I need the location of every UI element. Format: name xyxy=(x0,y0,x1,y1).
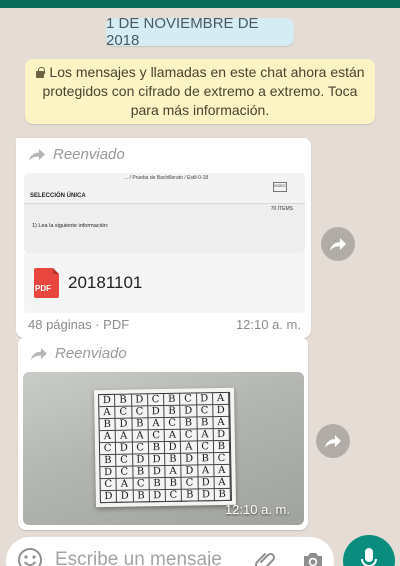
photo-attachment[interactable]: DBDCBCDA ACCDBDCD BDBACBBA AAACACAD CDCB… xyxy=(23,372,304,525)
document-items-count: 70 ÍTEMS xyxy=(270,206,293,212)
encryption-notice[interactable]: Los mensajes y llamadas en este chat aho… xyxy=(25,59,375,124)
encryption-notice-text: Los mensajes y llamadas en este chat aho… xyxy=(42,64,365,118)
message-input[interactable] xyxy=(55,547,245,566)
share-icon xyxy=(330,237,346,251)
emoji-icon xyxy=(18,548,42,566)
forwarded-label: Reenviado xyxy=(28,146,125,163)
document-logo: DGEC xyxy=(273,182,287,192)
emoji-button[interactable] xyxy=(17,547,43,566)
answer-sheet-photo: DBDCBCDA ACCDBDCD BDBACBBA AAACACAD CDCB… xyxy=(93,387,237,508)
pdf-icon-label: PDF xyxy=(35,284,51,293)
document-header-text: ... / Prueba de Bachillerato / Estil-0-1… xyxy=(124,175,209,181)
file-name: 20181101 xyxy=(68,273,143,292)
forwarded-label: Reenviado xyxy=(30,345,127,362)
message-time: 12:10 a. m. xyxy=(224,502,290,517)
share-button[interactable] xyxy=(321,227,355,261)
forwarded-text: Reenviado xyxy=(53,146,125,163)
camera-icon xyxy=(304,553,322,566)
pdf-file-icon: PDF xyxy=(34,268,59,298)
camera-button[interactable] xyxy=(301,550,325,566)
paperclip-icon xyxy=(255,552,276,566)
microphone-icon xyxy=(361,548,377,566)
document-heading: SELECCIÓN ÚNICA xyxy=(30,193,86,199)
date-chip: 1 DE NOVIEMBRE DE 2018 xyxy=(106,15,294,49)
message-bubble-image[interactable]: Reenviado DBDCBCDA ACCDBDCD BDBACBBA AAA… xyxy=(18,337,308,530)
lock-icon xyxy=(35,67,45,78)
message-time: 12:10 a. m. xyxy=(235,317,301,332)
message-bubble-document[interactable]: Reenviado ... / Prueba de Bachillerato /… xyxy=(16,138,311,338)
document-file-row[interactable]: PDF 20181101 xyxy=(24,253,305,313)
share-icon xyxy=(325,434,341,448)
attach-button[interactable] xyxy=(254,549,278,566)
chat-area[interactable]: 1 DE NOVIEMBRE DE 2018 Los mensajes y ll… xyxy=(0,8,400,533)
mic-button[interactable] xyxy=(343,535,395,566)
answer-grid-drawing: DBDCBCDA ACCDBDCD BDBACBBA AAACACAD CDCB… xyxy=(98,391,232,504)
document-question: 1) Lea la siguiente información: xyxy=(32,223,109,229)
forwarded-text: Reenviado xyxy=(55,345,127,362)
top-app-bar-edge xyxy=(0,0,400,8)
message-composer xyxy=(6,537,334,566)
forward-arrow-icon xyxy=(31,347,47,360)
forward-arrow-icon xyxy=(29,148,45,161)
share-button[interactable] xyxy=(316,424,350,458)
document-preview[interactable]: ... / Prueba de Bachillerato / Estil-0-1… xyxy=(24,173,305,253)
document-meta: 48 páginas · PDF xyxy=(28,317,130,332)
